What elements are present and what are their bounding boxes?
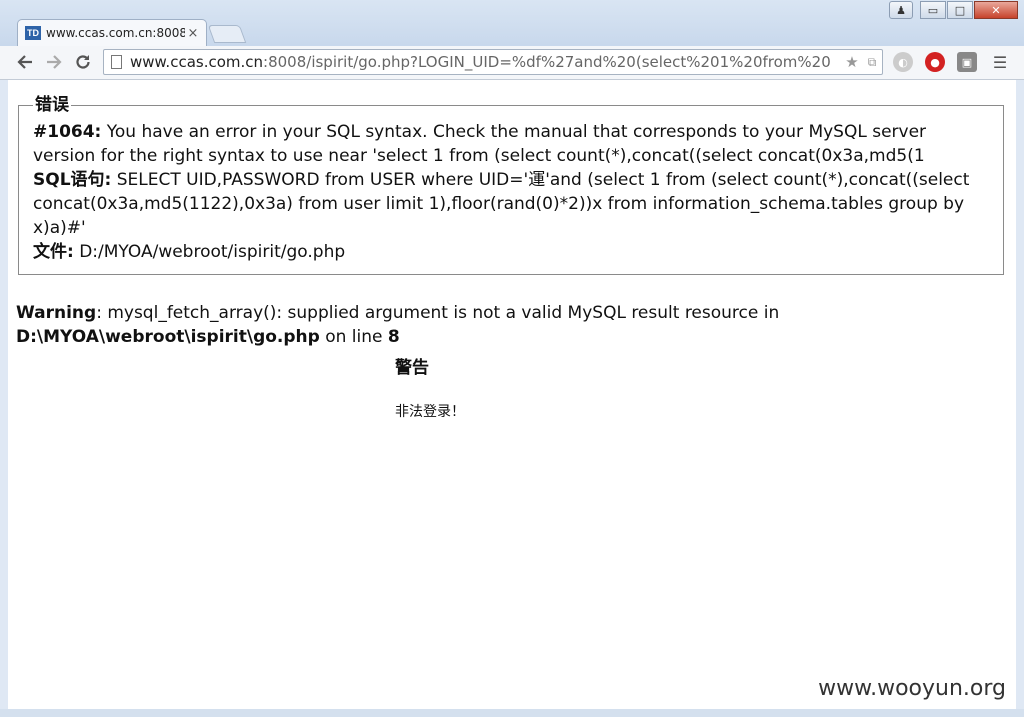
forward-arrow-icon[interactable] (42, 50, 66, 74)
tab-close-icon[interactable]: × (185, 26, 201, 41)
page-viewport: 错误 #1064: You have an error in your SQL … (8, 80, 1016, 709)
warning-line-number: 8 (387, 327, 400, 347)
error-legend: 错误 (35, 95, 69, 115)
site-favicon: TD (25, 26, 41, 40)
alert-message: 非法登录！ (395, 404, 465, 420)
extension-box-icon[interactable]: ▣ (957, 52, 977, 72)
browser-toolbar: www.ccas.com.cn:8008/ispirit/go.php?LOGI… (0, 46, 1024, 80)
error-box: 错误 #1064: You have an error in your SQL … (18, 93, 1004, 275)
url-host: www.ccas.com.cn (130, 53, 264, 71)
user-profile-icon[interactable]: ♟ (889, 1, 913, 19)
page-icon (111, 55, 122, 69)
browser-tab[interactable]: TD www.ccas.com.cn:8008/ × (17, 19, 207, 46)
reload-icon[interactable] (71, 50, 95, 74)
minimize-button[interactable]: ▭ (920, 1, 946, 19)
bookmark-star-icon[interactable]: ★ (842, 53, 862, 71)
window-titlebar: TD www.ccas.com.cn:8008/ × ♟ ▭ □ ✕ (0, 0, 1024, 46)
error-code-text: You have an error in your SQL syntax. Ch… (33, 122, 927, 166)
file-text: D:/MYOA/webroot/ispirit/go.php (73, 242, 346, 262)
sql-statement-line: SQL语句: SELECT UID,PASSWORD from USER whe… (33, 168, 989, 240)
page-action-icon[interactable]: ⧉ (862, 55, 882, 70)
sql-label: SQL语句: (33, 170, 112, 190)
extension-stop-icon[interactable]: ● (925, 52, 945, 72)
url-text[interactable]: www.ccas.com.cn:8008/ispirit/go.php?LOGI… (130, 53, 842, 71)
error-code-label: #1064: (33, 122, 102, 142)
back-arrow-icon[interactable] (13, 50, 37, 74)
warning-text: : mysql_fetch_array(): supplied argument… (96, 303, 780, 323)
tab-title: www.ccas.com.cn:8008/ (46, 26, 185, 40)
php-warning: Warning: mysql_fetch_array(): supplied a… (16, 301, 996, 349)
warning-label: Warning (16, 303, 97, 323)
warning-path: D:\MYOA\webroot\ispirit\go.php (16, 327, 320, 347)
watermark: www.wooyun.org (818, 676, 1006, 701)
address-bar[interactable]: www.ccas.com.cn:8008/ispirit/go.php?LOGI… (103, 49, 883, 75)
close-window-button[interactable]: ✕ (974, 1, 1018, 19)
new-tab-button[interactable] (207, 25, 247, 43)
sql-text: SELECT UID,PASSWORD from USER where UID=… (33, 170, 970, 238)
alert-title: 警告 (395, 358, 429, 378)
extension-globe-icon[interactable]: ◐ (893, 52, 913, 72)
menu-icon[interactable]: ☰ (988, 50, 1012, 74)
window-controls: ♟ ▭ □ ✕ (888, 1, 1018, 19)
maximize-button[interactable]: □ (947, 1, 973, 19)
warning-online: on line (319, 327, 388, 347)
window-bottom-border (0, 709, 1024, 717)
error-code-line: #1064: You have an error in your SQL syn… (33, 120, 989, 168)
url-path: :8008/ispirit/go.php?LOGIN_UID=%df%27and… (263, 53, 831, 71)
file-line: 文件: D:/MYOA/webroot/ispirit/go.php (33, 240, 989, 264)
file-label: 文件: (33, 242, 74, 262)
